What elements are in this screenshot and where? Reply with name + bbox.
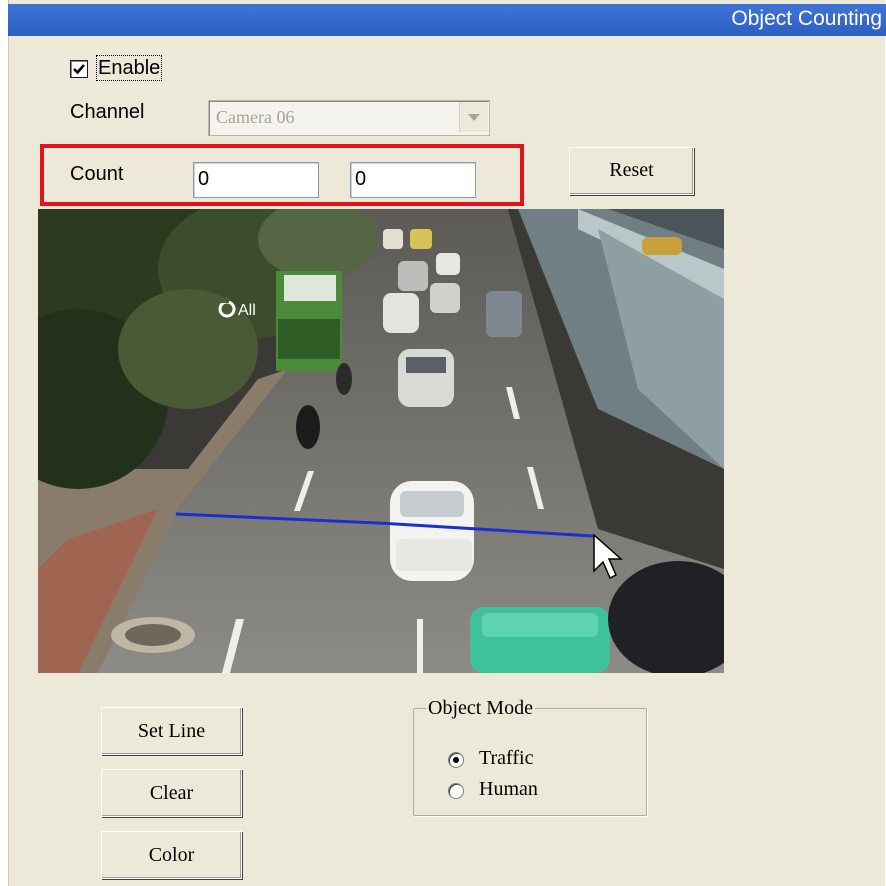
channel-dropdown-button[interactable]	[459, 102, 488, 132]
reset-button[interactable]: Reset	[569, 147, 694, 195]
traffic-scene: All	[38, 209, 724, 673]
color-button[interactable]: Color	[101, 831, 242, 879]
channel-label: Channel	[70, 101, 145, 123]
set-line-button[interactable]: Set Line	[101, 707, 242, 755]
video-overlay-text: All	[238, 302, 256, 319]
window-title: Object Counting	[731, 7, 882, 30]
chevron-down-icon	[468, 114, 480, 121]
enable-label[interactable]: Enable	[96, 55, 163, 81]
clear-button[interactable]: Clear	[101, 769, 242, 817]
traffic-radio[interactable]	[448, 752, 464, 768]
human-radio[interactable]	[448, 783, 464, 799]
traffic-radio-label[interactable]: Traffic	[479, 747, 533, 770]
checkmark-icon	[73, 64, 85, 75]
count-highlight-box	[40, 144, 524, 206]
object-mode-legend: Object Mode	[426, 697, 535, 720]
radio-selected-dot	[453, 757, 459, 763]
title-bar: Object Counting	[8, 4, 886, 36]
channel-select[interactable]: Camera 06	[208, 100, 490, 136]
enable-checkbox[interactable]	[70, 60, 88, 78]
channel-select-value: Camera 06	[216, 107, 295, 127]
camera-preview[interactable]: All	[38, 209, 724, 673]
human-radio-label[interactable]: Human	[479, 778, 538, 801]
